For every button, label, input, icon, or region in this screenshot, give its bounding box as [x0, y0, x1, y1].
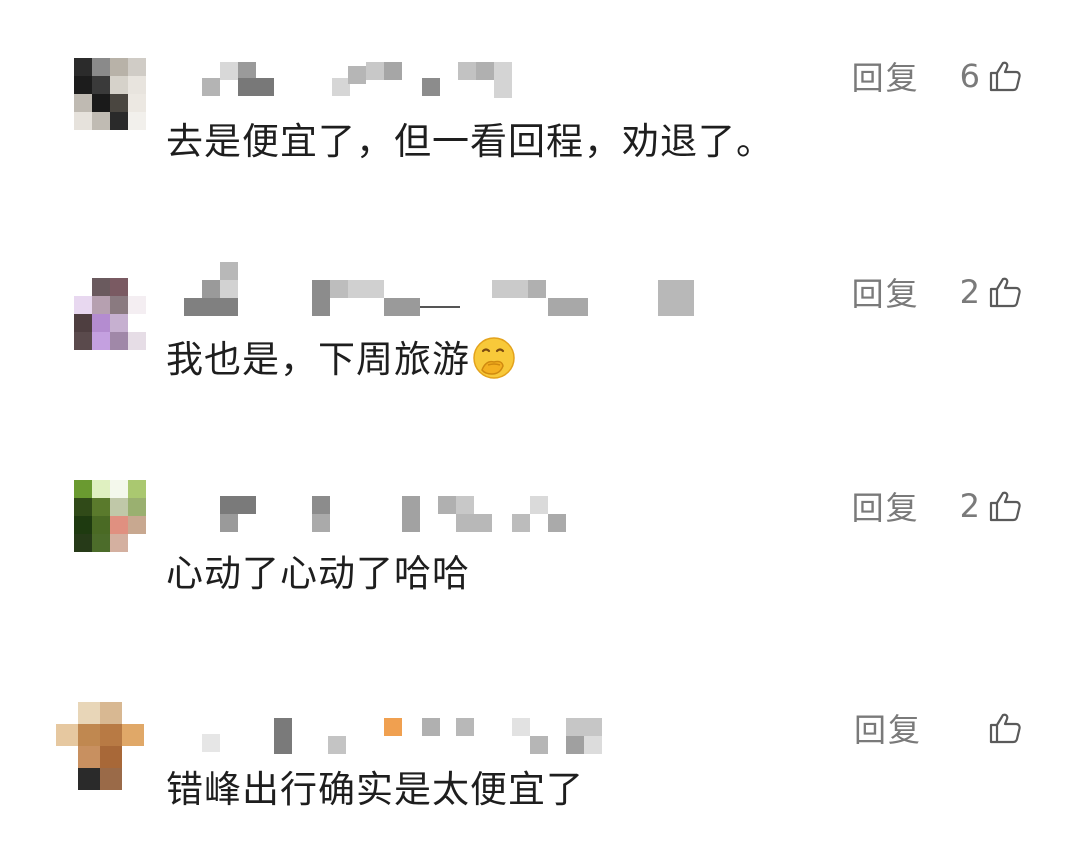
- avatar-pixel: [128, 498, 146, 516]
- face-with-hand-over-mouth-icon: [472, 336, 516, 380]
- avatar-pixel: [100, 702, 122, 724]
- avatar-pixel: [128, 278, 146, 296]
- like-count: 6: [959, 57, 980, 95]
- thumbs-up-icon[interactable]: [988, 275, 1022, 309]
- avatar[interactable]: [74, 58, 146, 130]
- comment-actions: 回复 2: [852, 487, 1022, 527]
- avatar-pixel: [78, 746, 100, 768]
- avatar-pixel: [92, 314, 110, 332]
- avatar-pixel: [56, 746, 78, 768]
- avatar-pixel: [110, 296, 128, 314]
- avatar-pixel: [128, 332, 146, 350]
- avatar-pixel: [78, 724, 100, 746]
- like-count: 2: [959, 273, 980, 311]
- avatar-pixel: [128, 516, 146, 534]
- comment-list: 回复 6 去是便宜了，但一看回程，劝退了。 回复 2 我也是，下周旅游 回复 2…: [0, 0, 1080, 846]
- avatar-pixel: [74, 112, 92, 130]
- avatar-pixel: [110, 58, 128, 76]
- avatar-pixel: [110, 94, 128, 112]
- comment-actions: 回复: [854, 710, 1022, 749]
- avatar-pixel: [92, 58, 110, 76]
- avatar-pixel: [92, 278, 110, 296]
- thumbs-up-icon[interactable]: [988, 59, 1022, 93]
- username-pixelated[interactable]: [172, 494, 732, 534]
- reply-button[interactable]: 回复: [854, 705, 922, 751]
- avatar-pixel: [56, 724, 78, 746]
- comment-text: 错峰出行确实是太便宜了: [166, 768, 584, 811]
- like-count: 2: [959, 487, 980, 525]
- avatar-pixel: [92, 332, 110, 350]
- avatar-pixel: [110, 278, 128, 296]
- avatar-pixel: [100, 724, 122, 746]
- avatar-pixel: [110, 516, 128, 534]
- avatar-pixel: [122, 702, 144, 724]
- avatar-pixel: [110, 332, 128, 350]
- avatar-pixel: [128, 58, 146, 76]
- reply-button[interactable]: 回复: [852, 53, 920, 99]
- avatar-pixel: [110, 112, 128, 130]
- avatar-pixel: [74, 480, 92, 498]
- reply-button[interactable]: 回复: [852, 483, 920, 529]
- comment-actions: 回复 2: [852, 273, 1022, 313]
- avatar-pixel: [92, 534, 110, 552]
- avatar-pixel: [122, 746, 144, 768]
- avatar-pixel: [74, 94, 92, 112]
- comment-actions: 回复 6: [852, 57, 1022, 97]
- comment-text: 去是便宜了，但一看回程，劝退了。: [166, 120, 774, 163]
- comment-text: 心动了心动了哈哈: [166, 552, 470, 595]
- avatar-pixel: [74, 534, 92, 552]
- username-pixelated[interactable]: [172, 60, 732, 100]
- avatar-pixel: [128, 296, 146, 314]
- reply-button[interactable]: 回复: [852, 269, 920, 315]
- avatar[interactable]: [74, 278, 146, 350]
- avatar-pixel: [74, 278, 92, 296]
- avatar-pixel: [128, 94, 146, 112]
- avatar-pixel: [122, 768, 144, 790]
- avatar-pixel: [78, 702, 100, 724]
- avatar-pixel: [92, 94, 110, 112]
- avatar-pixel: [122, 724, 144, 746]
- avatar-pixel: [128, 314, 146, 332]
- avatar-pixel: [92, 296, 110, 314]
- avatar-pixel: [74, 516, 92, 534]
- avatar-pixel: [74, 498, 92, 516]
- avatar-pixel: [56, 768, 78, 790]
- avatar-pixel: [92, 480, 110, 498]
- avatar-pixel: [74, 296, 92, 314]
- username-pixelated[interactable]: [172, 716, 732, 756]
- avatar-pixel: [74, 332, 92, 350]
- avatar-pixel: [110, 76, 128, 94]
- avatar-pixel: [128, 112, 146, 130]
- avatar-pixel: [78, 768, 100, 790]
- avatar-pixel: [92, 516, 110, 534]
- comment-text: 我也是，下周旅游: [166, 336, 516, 382]
- avatar-pixel: [100, 768, 122, 790]
- avatar-pixel: [74, 76, 92, 94]
- avatar-pixel: [128, 76, 146, 94]
- avatar-pixel: [92, 498, 110, 516]
- thumbs-up-icon[interactable]: [988, 489, 1022, 523]
- avatar-pixel: [100, 746, 122, 768]
- username-pixelated[interactable]: [172, 262, 732, 316]
- avatar-pixel: [110, 314, 128, 332]
- avatar-pixel: [74, 314, 92, 332]
- avatar-pixel: [74, 58, 92, 76]
- avatar-pixel: [110, 498, 128, 516]
- comment-text-content: 我也是，下周旅游: [166, 338, 470, 381]
- avatar-pixel: [110, 534, 128, 552]
- avatar-pixel: [56, 702, 78, 724]
- avatar[interactable]: [74, 480, 146, 552]
- avatar-pixel: [128, 534, 146, 552]
- avatar-pixel: [92, 112, 110, 130]
- avatar-pixel: [110, 480, 128, 498]
- avatar[interactable]: [56, 702, 146, 792]
- thumbs-up-icon[interactable]: [988, 711, 1022, 745]
- avatar-pixel: [128, 480, 146, 498]
- avatar-pixel: [92, 76, 110, 94]
